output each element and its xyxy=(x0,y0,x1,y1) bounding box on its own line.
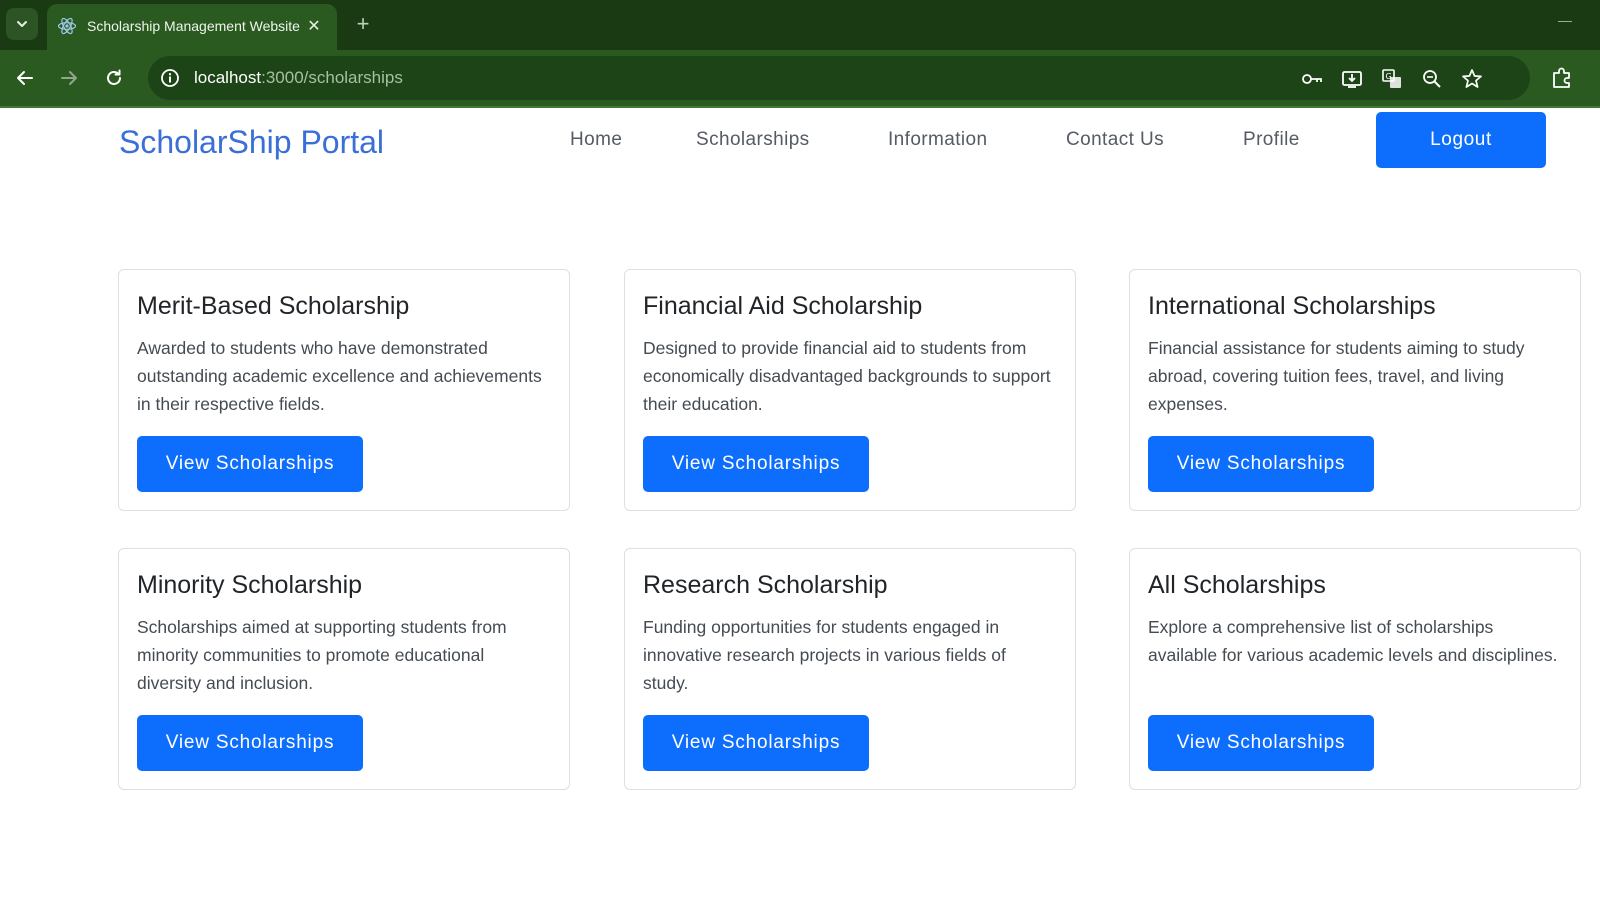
view-scholarships-button[interactable]: View Scholarships xyxy=(643,715,869,771)
close-icon[interactable]: ✕ xyxy=(303,15,325,37)
brand-title[interactable]: ScholarShip Portal xyxy=(119,124,384,161)
scholarship-card-research: Research Scholarship Funding opportuniti… xyxy=(624,548,1076,790)
key-icon[interactable] xyxy=(1300,67,1324,91)
svg-text:G: G xyxy=(1386,72,1392,81)
logout-button[interactable]: Logout xyxy=(1376,112,1546,168)
install-icon[interactable] xyxy=(1340,67,1364,91)
browser-tab-active[interactable]: Scholarship Management Website ✕ xyxy=(47,4,337,50)
card-title: Merit-Based Scholarship xyxy=(137,292,410,320)
scholarship-card-merit: Merit-Based Scholarship Awarded to stude… xyxy=(118,269,570,511)
card-title: Research Scholarship xyxy=(643,571,888,599)
reload-icon[interactable] xyxy=(99,63,129,93)
card-title: All Scholarships xyxy=(1148,571,1326,599)
card-description: Designed to provide financial aid to stu… xyxy=(643,338,1051,414)
card-description: Financial assistance for students aiming… xyxy=(1148,338,1525,414)
browser-tab-strip: Scholarship Management Website ✕ + — xyxy=(0,0,1600,50)
address-bar[interactable]: localhost:3000/scholarships G xyxy=(148,56,1530,100)
view-scholarships-button[interactable]: View Scholarships xyxy=(643,436,869,492)
card-title: Minority Scholarship xyxy=(137,571,363,599)
page: ScholarShip Portal Home Scholarships Inf… xyxy=(0,108,1600,903)
nav-contact-us[interactable]: Contact Us xyxy=(1066,129,1164,151)
scholarship-card-international: International Scholarships Financial ass… xyxy=(1129,269,1581,511)
url-host: localhost xyxy=(194,68,262,87)
card-description: Scholarships aimed at supporting student… xyxy=(137,617,507,693)
nav-profile[interactable]: Profile xyxy=(1243,129,1300,151)
zoom-icon[interactable] xyxy=(1420,67,1444,91)
chevron-down-icon xyxy=(17,21,27,27)
card-description: Explore a comprehensive list of scholars… xyxy=(1148,617,1558,665)
card-description: Awarded to students who have demonstrate… xyxy=(137,338,542,414)
card-title: Financial Aid Scholarship xyxy=(643,292,923,320)
tab-title: Scholarship Management Website xyxy=(87,18,300,34)
back-arrow-icon[interactable] xyxy=(10,63,40,93)
react-icon xyxy=(57,17,77,35)
view-scholarships-button[interactable]: View Scholarships xyxy=(137,715,363,771)
puzzle-icon[interactable] xyxy=(1548,64,1576,92)
translate-icon[interactable]: G xyxy=(1380,67,1404,91)
card-title: International Scholarships xyxy=(1148,292,1436,320)
scholarship-card-minority: Minority Scholarship Scholarships aimed … xyxy=(118,548,570,790)
plus-icon[interactable]: + xyxy=(350,12,376,38)
scholarship-card-all: All Scholarships Explore a comprehensive… xyxy=(1129,548,1581,790)
view-scholarships-button[interactable]: View Scholarships xyxy=(1148,715,1374,771)
info-icon[interactable] xyxy=(158,66,182,90)
nav-home[interactable]: Home xyxy=(570,129,622,151)
minimize-icon[interactable]: — xyxy=(1545,12,1585,32)
card-description: Funding opportunities for students engag… xyxy=(643,617,1006,693)
url-text: localhost:3000/scholarships xyxy=(194,68,403,88)
nav-information[interactable]: Information xyxy=(888,129,987,151)
view-scholarships-button[interactable]: View Scholarships xyxy=(1148,436,1374,492)
url-path: :3000/scholarships xyxy=(261,68,403,87)
tab-search-button[interactable] xyxy=(6,8,38,40)
view-scholarships-button[interactable]: View Scholarships xyxy=(137,436,363,492)
forward-arrow-icon[interactable] xyxy=(54,63,84,93)
star-icon[interactable] xyxy=(1460,67,1484,91)
browser-toolbar: localhost:3000/scholarships G xyxy=(0,50,1600,108)
nav-scholarships[interactable]: Scholarships xyxy=(696,129,810,151)
scholarship-card-financial-aid: Financial Aid Scholarship Designed to pr… xyxy=(624,269,1076,511)
